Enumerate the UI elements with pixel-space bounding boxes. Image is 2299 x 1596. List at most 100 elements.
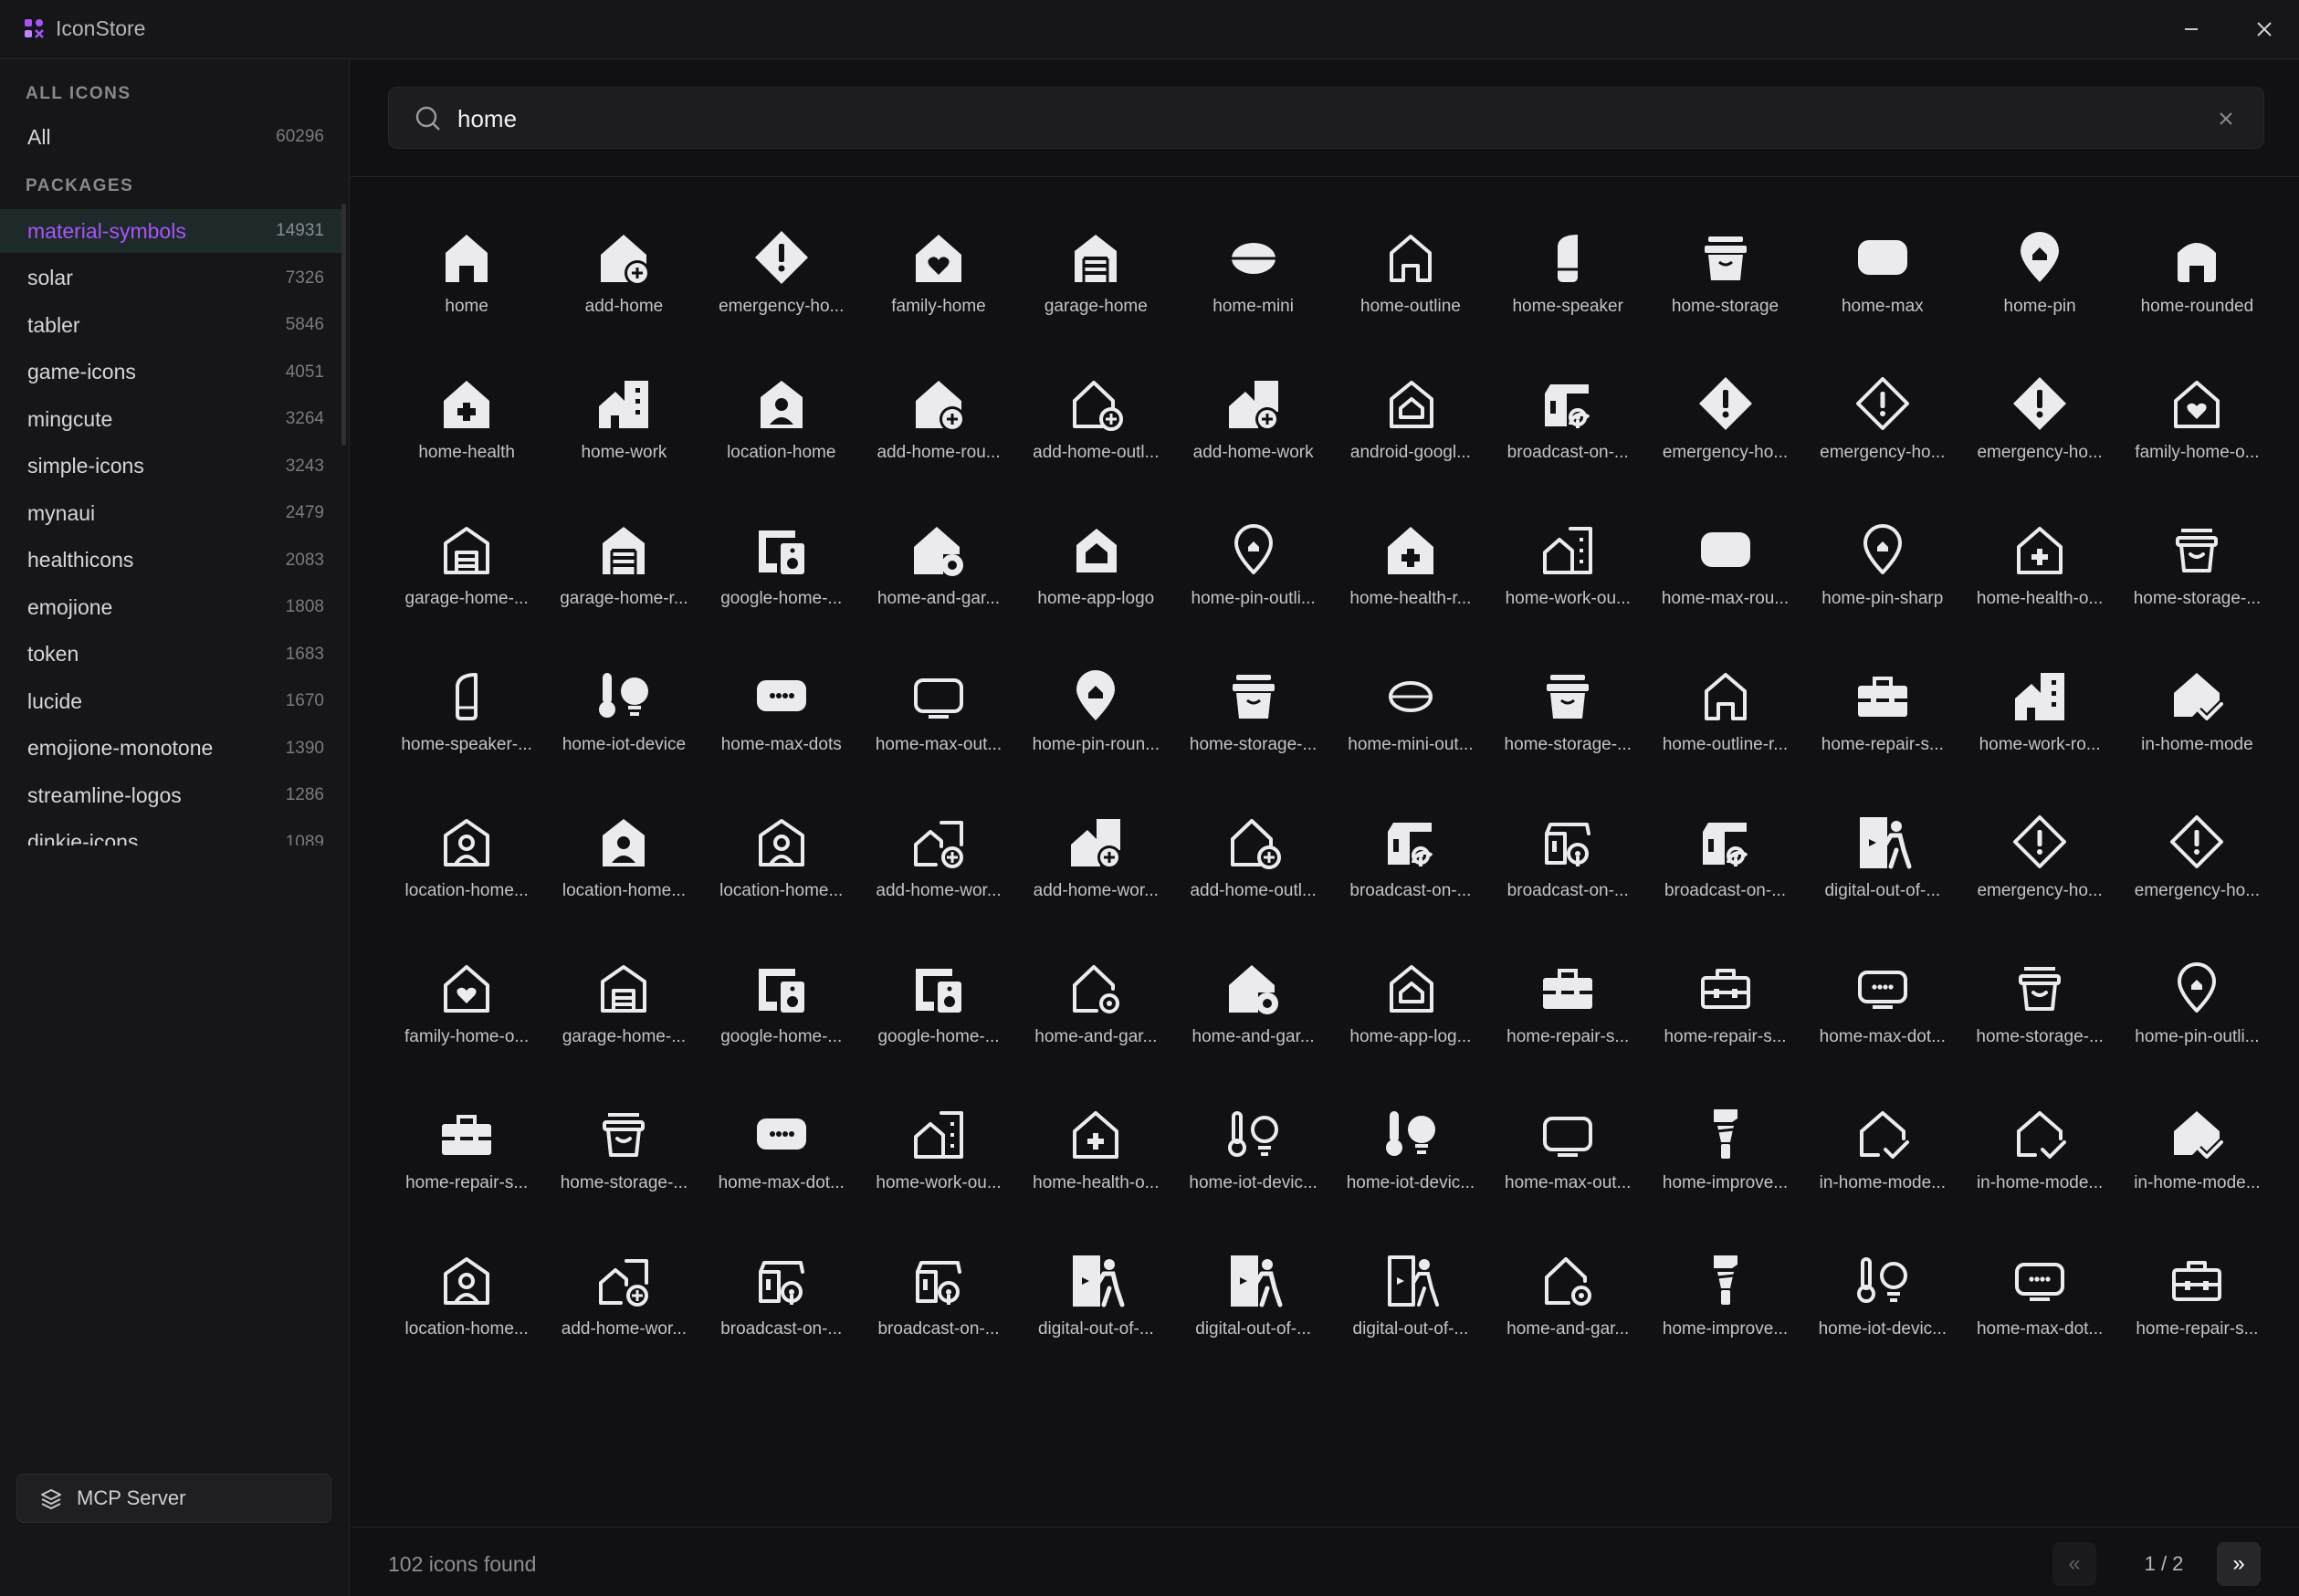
minimize-button[interactable] (2171, 9, 2211, 49)
sidebar-item-emojione-monotone[interactable]: emojione-monotone 1390 (7, 727, 342, 771)
icon-card[interactable]: home-iot-devic... (1804, 1228, 1961, 1374)
mcp-server-button[interactable]: MCP Server (16, 1474, 331, 1523)
icon-card[interactable]: home-max-out... (860, 644, 1017, 790)
icon-card[interactable]: broadcast-on-... (1489, 352, 1646, 498)
icon-card[interactable]: home-max-out... (1489, 1082, 1646, 1228)
icon-card[interactable]: broadcast-on-... (860, 1228, 1017, 1374)
sidebar-item-emojione[interactable]: emojione 1808 (7, 585, 342, 629)
icon-card[interactable]: location-home... (703, 790, 860, 936)
icon-card[interactable]: add-home-outl... (1174, 790, 1331, 936)
icon-card[interactable]: home-pin-sharp (1804, 498, 1961, 644)
icon-card[interactable]: home-rounded (2118, 205, 2275, 352)
icon-card[interactable]: home-and-gar... (860, 498, 1017, 644)
icon-card[interactable]: add-home-outl... (1017, 352, 1174, 498)
icon-card[interactable]: add-home (545, 205, 702, 352)
sidebar-item-token[interactable]: token 1683 (7, 633, 342, 677)
sidebar-item-healthicons[interactable]: healthicons 2083 (7, 539, 342, 583)
icon-card[interactable]: home-repair-s... (1804, 644, 1961, 790)
icon-card[interactable]: garage-home-r... (545, 498, 702, 644)
icon-card[interactable]: home-and-gar... (1017, 936, 1174, 1082)
icon-card[interactable]: broadcast-on-... (703, 1228, 860, 1374)
icon-card[interactable]: home-speaker-... (388, 644, 545, 790)
icon-card[interactable]: google-home-... (703, 936, 860, 1082)
icon-card[interactable]: home-repair-s... (2118, 1228, 2275, 1374)
icon-card[interactable]: home-work-ro... (1961, 644, 2118, 790)
icon-card[interactable]: add-home-wor... (860, 790, 1017, 936)
icon-card[interactable]: emergency-ho... (1804, 352, 1961, 498)
previous-page-button[interactable]: « (2052, 1542, 2096, 1586)
icon-card[interactable]: home (388, 205, 545, 352)
sidebar-item-mingcute[interactable]: mingcute 3264 (7, 397, 342, 441)
icon-card[interactable]: home-iot-device (545, 644, 702, 790)
icon-card[interactable]: location-home... (545, 790, 702, 936)
search-input[interactable] (457, 100, 2147, 137)
sidebar-item-game-icons[interactable]: game-icons 4051 (7, 351, 342, 394)
icon-card[interactable]: android-googl... (1332, 352, 1489, 498)
icon-card[interactable]: home-and-gar... (1174, 936, 1331, 1082)
icon-card[interactable]: broadcast-on-... (1646, 790, 1803, 936)
icon-card[interactable]: broadcast-on-... (1489, 790, 1646, 936)
icon-card[interactable]: home-outline (1332, 205, 1489, 352)
icon-card[interactable]: home-mini-out... (1332, 644, 1489, 790)
icon-card[interactable]: google-home-... (703, 498, 860, 644)
icon-card[interactable]: in-home-mode (2118, 644, 2275, 790)
clear-search-button[interactable] (2213, 106, 2239, 131)
next-page-button[interactable]: » (2217, 1542, 2261, 1586)
icon-card[interactable]: digital-out-of-... (1804, 790, 1961, 936)
icon-card[interactable]: home-work-ou... (1489, 498, 1646, 644)
icon-card[interactable]: digital-out-of-... (1017, 1228, 1174, 1374)
icon-card[interactable]: location-home... (388, 1228, 545, 1374)
icon-card[interactable]: garage-home (1017, 205, 1174, 352)
icon-card[interactable]: home-max-dot... (1804, 936, 1961, 1082)
icon-card[interactable]: home-pin-roun... (1017, 644, 1174, 790)
icon-card[interactable]: add-home-wor... (1017, 790, 1174, 936)
icon-card[interactable]: add-home-wor... (545, 1228, 702, 1374)
icon-card[interactable]: home-health-r... (1332, 498, 1489, 644)
icon-card[interactable]: add-home-rou... (860, 352, 1017, 498)
icon-card[interactable]: in-home-mode... (2118, 1082, 2275, 1228)
icon-card[interactable]: home-health (388, 352, 545, 498)
icon-card[interactable]: home-improve... (1646, 1228, 1803, 1374)
icon-card[interactable]: home-max-dot... (703, 1082, 860, 1228)
icon-card[interactable]: garage-home-... (545, 936, 702, 1082)
icon-card[interactable]: in-home-mode... (1961, 1082, 2118, 1228)
icon-card[interactable]: home-storage (1646, 205, 1803, 352)
icon-card[interactable]: home-storage-... (1961, 936, 2118, 1082)
icon-card[interactable]: home-outline-r... (1646, 644, 1803, 790)
icon-card[interactable]: location-home (703, 352, 860, 498)
sidebar-item-solar[interactable]: solar 7326 (7, 257, 342, 300)
sidebar-item-tabler[interactable]: tabler 5846 (7, 303, 342, 347)
icon-card[interactable]: home-pin-outli... (2118, 936, 2275, 1082)
icon-card[interactable]: home-max-rou... (1646, 498, 1803, 644)
icon-card[interactable]: home-work (545, 352, 702, 498)
icon-card[interactable]: home-speaker (1489, 205, 1646, 352)
sidebar-item-streamline-logos[interactable]: streamline-logos 1286 (7, 773, 342, 817)
sidebar-item-mynaui[interactable]: mynaui 2479 (7, 491, 342, 535)
icon-card[interactable]: home-max-dot... (1961, 1228, 2118, 1374)
icon-card[interactable]: emergency-ho... (1646, 352, 1803, 498)
sidebar-scrollbar[interactable] (341, 204, 346, 446)
icon-card[interactable]: home-app-log... (1332, 936, 1489, 1082)
icon-card[interactable]: home-pin-outli... (1174, 498, 1331, 644)
icon-card[interactable]: digital-out-of-... (1332, 1228, 1489, 1374)
icon-card[interactable]: add-home-work (1174, 352, 1331, 498)
icon-card[interactable]: emergency-ho... (1961, 352, 2118, 498)
icon-card[interactable]: digital-out-of-... (1174, 1228, 1331, 1374)
icon-card[interactable]: in-home-mode... (1804, 1082, 1961, 1228)
icon-card[interactable]: home-repair-s... (1646, 936, 1803, 1082)
icon-card[interactable]: family-home (860, 205, 1017, 352)
icon-card[interactable]: home-mini (1174, 205, 1331, 352)
icon-card[interactable]: emergency-ho... (1961, 790, 2118, 936)
icon-card[interactable]: garage-home-... (388, 498, 545, 644)
icon-card[interactable]: home-and-gar... (1489, 1228, 1646, 1374)
sidebar-item-material-symbols[interactable]: material-symbols 14931 (0, 209, 342, 253)
icon-card[interactable]: home-iot-devic... (1174, 1082, 1331, 1228)
package-list[interactable]: material-symbols 14931 solar 7326 tabler 5846… (0, 204, 350, 845)
close-window-button[interactable] (2244, 9, 2284, 49)
sidebar-item-simple-icons[interactable]: simple-icons 3243 (7, 445, 342, 488)
icon-card[interactable]: home-health-o... (1017, 1082, 1174, 1228)
icon-card[interactable]: family-home-o... (388, 936, 545, 1082)
icon-card[interactable]: emergency-ho... (703, 205, 860, 352)
icon-card[interactable]: home-iot-devic... (1332, 1082, 1489, 1228)
icon-card[interactable]: location-home... (388, 790, 545, 936)
